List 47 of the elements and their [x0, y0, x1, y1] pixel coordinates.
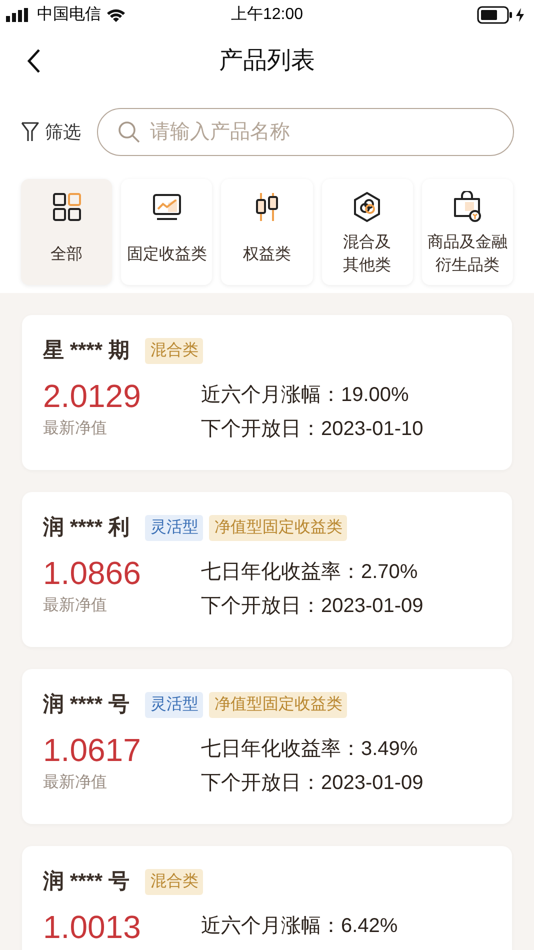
funnel-icon — [20, 121, 40, 143]
product-tag: 灵活型 — [145, 514, 204, 541]
product-card[interactable]: 润 **** 号 混合类 1.0013 近六个月涨幅：6.42% — [22, 846, 512, 950]
product-name: 润 **** 利 — [43, 514, 130, 541]
product-stat: 下个开放日：2023-01-09 — [201, 770, 424, 796]
product-card[interactable]: 星 **** 期 混合类 2.0129 最新净值 近六个月涨幅：19.00% 下个开放日：2023-01-10 — [22, 315, 512, 470]
product-tag: 净值型固定收益类 — [209, 692, 348, 718]
product-name: 润 **** 号 — [43, 692, 130, 718]
search-icon — [117, 120, 141, 144]
category-tab[interactable]: 全部 — [21, 179, 112, 285]
category-tab[interactable]: 混合及其他类 — [322, 179, 413, 285]
page-title: 产品列表 — [219, 46, 315, 76]
category-tab[interactable]: 固定收益类 — [121, 179, 212, 285]
shopping-bag-icon — [451, 191, 484, 223]
product-tag: 混合类 — [145, 338, 204, 364]
product-card[interactable]: 润 **** 利 灵活型 净值型固定收益类 1.0866 最新净值 七日年化收益率：2.70% 下个开放日：2023-01-09 — [22, 492, 512, 647]
product-name: 润 **** 号 — [43, 868, 130, 895]
category-tab[interactable]: 商品及金融衍生品类 — [422, 179, 514, 285]
filter-button[interactable]: 筛选 — [20, 118, 81, 146]
search-field[interactable]: 请输入产品名称 — [97, 108, 514, 156]
wifi-icon — [106, 8, 126, 22]
net-value: 1.0617 — [43, 730, 142, 768]
product-tag: 净值型固定收益类 — [209, 514, 348, 541]
net-value: 1.0013 — [43, 908, 142, 946]
status-time: 上午12:00 — [230, 4, 304, 25]
product-card[interactable]: 润 **** 号 灵活型 净值型固定收益类 1.0617 最新净值 七日年化收益率：3.49% 下个开放日：2023-01-09 — [22, 669, 512, 824]
back-icon — [26, 48, 42, 74]
charging-icon — [516, 8, 524, 22]
grid-icon — [50, 191, 83, 223]
product-name: 星 **** 期 — [43, 338, 130, 364]
product-stat: 七日年化收益率：2.70% — [201, 560, 419, 584]
product-stat: 近六个月涨幅：6.42% — [201, 914, 398, 938]
product-stat: 下个开放日：2023-01-10 — [201, 416, 424, 442]
net-value-label: 最新净值 — [43, 772, 108, 792]
net-value-label: 最新净值 — [43, 596, 108, 616]
category-tab[interactable]: 权益类 — [221, 179, 313, 285]
net-value: 2.0129 — [43, 376, 142, 414]
carrier-name: 中国电信 — [37, 4, 101, 25]
product-tag: 灵活型 — [145, 692, 204, 718]
product-stat: 下个开放日：2023-01-09 — [201, 594, 424, 618]
net-value-label: 最新净值 — [43, 418, 108, 438]
net-value: 1.0866 — [43, 554, 142, 592]
chart-monitor-icon — [150, 191, 183, 223]
product-stat: 近六个月涨幅：19.00% — [201, 382, 410, 408]
product-tag: 混合类 — [145, 868, 204, 895]
product-stat: 七日年化收益率：3.49% — [201, 736, 419, 762]
battery-icon — [477, 6, 513, 24]
